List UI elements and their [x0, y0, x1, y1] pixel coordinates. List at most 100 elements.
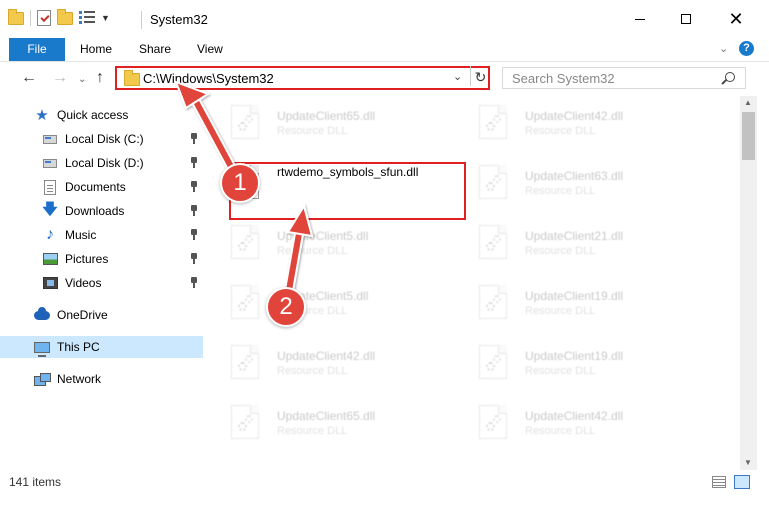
- expand-ribbon-icon[interactable]: ⌄: [719, 42, 728, 55]
- sidebar-item-label: Quick access: [57, 108, 129, 122]
- pin-icon[interactable]: [190, 277, 198, 289]
- close-icon: ✕: [728, 9, 744, 29]
- step-1-badge: 1: [220, 163, 260, 203]
- sidebar-item-quick-access[interactable]: ★ Quick access: [0, 104, 203, 126]
- sidebar-item-videos[interactable]: Videos: [0, 272, 203, 294]
- dll-file-icon: [479, 405, 513, 441]
- dll-file-icon: [479, 345, 513, 381]
- scroll-up-icon[interactable]: ▲: [744, 98, 752, 107]
- file-item[interactable]: UpdateClient19.dll Resource DLL: [455, 278, 695, 328]
- file-type: Resource DLL: [277, 125, 348, 137]
- file-item[interactable]: UpdateClient65.dll Resource DLL: [207, 98, 447, 148]
- pc-icon: [34, 339, 50, 357]
- dll-file-icon: [231, 105, 265, 141]
- address-bar[interactable]: C:\Windows\System32 ⌄ ↻: [115, 66, 490, 90]
- sidebar-item-this-pc[interactable]: This PC: [0, 336, 203, 358]
- sidebar-item-music[interactable]: ♪ Music: [0, 224, 203, 246]
- divider: [141, 11, 142, 29]
- sidebar-item-documents[interactable]: Documents: [0, 176, 203, 198]
- sidebar-item-onedrive[interactable]: OneDrive: [0, 304, 203, 326]
- vertical-scrollbar[interactable]: ▲ ▼: [740, 96, 757, 470]
- pin-icon[interactable]: [190, 205, 198, 217]
- new-folder-icon[interactable]: [57, 8, 73, 25]
- tab-home[interactable]: Home: [80, 38, 112, 61]
- file-item[interactable]: UpdateClient5.dll Resource DLL: [207, 218, 447, 268]
- refresh-icon[interactable]: ↻: [470, 66, 490, 86]
- help-icon[interactable]: ?: [739, 41, 754, 56]
- properties-check-icon[interactable]: [37, 10, 51, 26]
- pin-icon[interactable]: [190, 133, 198, 145]
- drive-icon: [42, 131, 58, 147]
- pin-icon[interactable]: [190, 229, 198, 241]
- file-type: Resource DLL: [525, 425, 596, 437]
- sidebar-item-local-disk-c[interactable]: Local Disk (C:): [0, 128, 203, 150]
- file-type: Resource DLL: [277, 425, 348, 437]
- scroll-thumb[interactable]: [742, 112, 755, 160]
- search-icon[interactable]: [725, 72, 735, 82]
- star-icon: ★: [35, 107, 49, 124]
- pictures-icon: [42, 251, 58, 267]
- sidebar-item-label: This PC: [57, 340, 100, 354]
- minimize-button[interactable]: [617, 0, 663, 38]
- step-2-badge: 2: [266, 287, 306, 327]
- quick-access-toolbar: ▼: [8, 8, 110, 26]
- file-item[interactable]: UpdateClient65.dll Resource DLL: [207, 398, 447, 448]
- file-name: UpdateClient5.dll: [277, 229, 369, 243]
- close-button[interactable]: ✕: [713, 0, 759, 38]
- file-type: Resource DLL: [525, 125, 596, 137]
- item-count: 141 items: [9, 475, 62, 489]
- cloud-icon: [34, 306, 50, 323]
- file-item[interactable]: UpdateClient63.dll Resource DLL: [455, 158, 695, 208]
- address-path[interactable]: C:\Windows\System32: [143, 71, 274, 86]
- sidebar-item-network[interactable]: Network: [0, 368, 203, 390]
- sidebar-item-downloads[interactable]: 🡇 Downloads: [0, 200, 203, 222]
- sidebar-item-label: Music: [65, 228, 97, 242]
- dll-file-icon: [231, 225, 265, 261]
- file-type: Resource DLL: [525, 305, 596, 317]
- highlight-box: [229, 162, 466, 220]
- file-item[interactable]: UpdateClient19.dll Resource DLL: [455, 338, 695, 388]
- dll-file-icon: [479, 165, 513, 201]
- sidebar-item-label: Videos: [65, 276, 102, 290]
- documents-icon: [42, 179, 58, 195]
- file-item[interactable]: UpdateClient5.dll Resource DLL: [207, 278, 447, 328]
- pin-icon[interactable]: [190, 181, 198, 193]
- folder-icon: [8, 8, 24, 25]
- large-icons-view-icon[interactable]: [734, 475, 750, 489]
- address-dropdown-icon[interactable]: ⌄: [453, 70, 462, 83]
- ribbon-tabs: File Home Share View ⌄ ?: [0, 38, 769, 62]
- title-bar: ▼ System32 ✕: [0, 0, 769, 38]
- forward-icon[interactable]: →: [52, 68, 68, 88]
- scroll-down-icon[interactable]: ▼: [744, 458, 752, 467]
- file-name: UpdateClient42.dll: [277, 349, 376, 363]
- tab-file[interactable]: File: [9, 38, 65, 61]
- videos-icon: [42, 275, 58, 291]
- back-icon[interactable]: ←: [21, 68, 37, 88]
- file-list: UpdateClient65.dll Resource DLL rtwdemo_…: [207, 96, 739, 470]
- sidebar-item-local-disk-d[interactable]: Local Disk (D:): [0, 152, 203, 174]
- tab-view[interactable]: View: [197, 38, 223, 61]
- dll-file-icon: [479, 105, 513, 141]
- sidebar-item-pictures[interactable]: Pictures: [0, 248, 203, 270]
- divider: [30, 10, 31, 26]
- customize-dropdown-icon[interactable]: ▼: [101, 13, 110, 23]
- file-item[interactable]: UpdateClient42.dll Resource DLL: [207, 338, 447, 388]
- pin-icon[interactable]: [190, 253, 198, 265]
- sidebar-item-label: OneDrive: [57, 308, 108, 322]
- recent-locations-icon[interactable]: ⌄: [78, 70, 86, 90]
- file-item[interactable]: UpdateClient42.dll Resource DLL: [455, 398, 695, 448]
- file-name: UpdateClient42.dll: [525, 109, 624, 123]
- details-view-icon[interactable]: [712, 476, 726, 488]
- file-item[interactable]: UpdateClient21.dll Resource DLL: [455, 218, 695, 268]
- window-bottom-edge: [0, 494, 769, 511]
- dll-file-icon: [479, 225, 513, 261]
- file-name: UpdateClient19.dll: [525, 349, 624, 363]
- pin-icon[interactable]: [190, 157, 198, 169]
- dll-file-icon: [231, 405, 265, 441]
- maximize-button[interactable]: [663, 0, 709, 38]
- up-icon[interactable]: ↑: [96, 68, 104, 88]
- search-input[interactable]: Search System32: [502, 67, 746, 89]
- properties-icon[interactable]: [79, 11, 95, 25]
- file-item[interactable]: UpdateClient42.dll Resource DLL: [455, 98, 695, 148]
- tab-share[interactable]: Share: [139, 38, 171, 61]
